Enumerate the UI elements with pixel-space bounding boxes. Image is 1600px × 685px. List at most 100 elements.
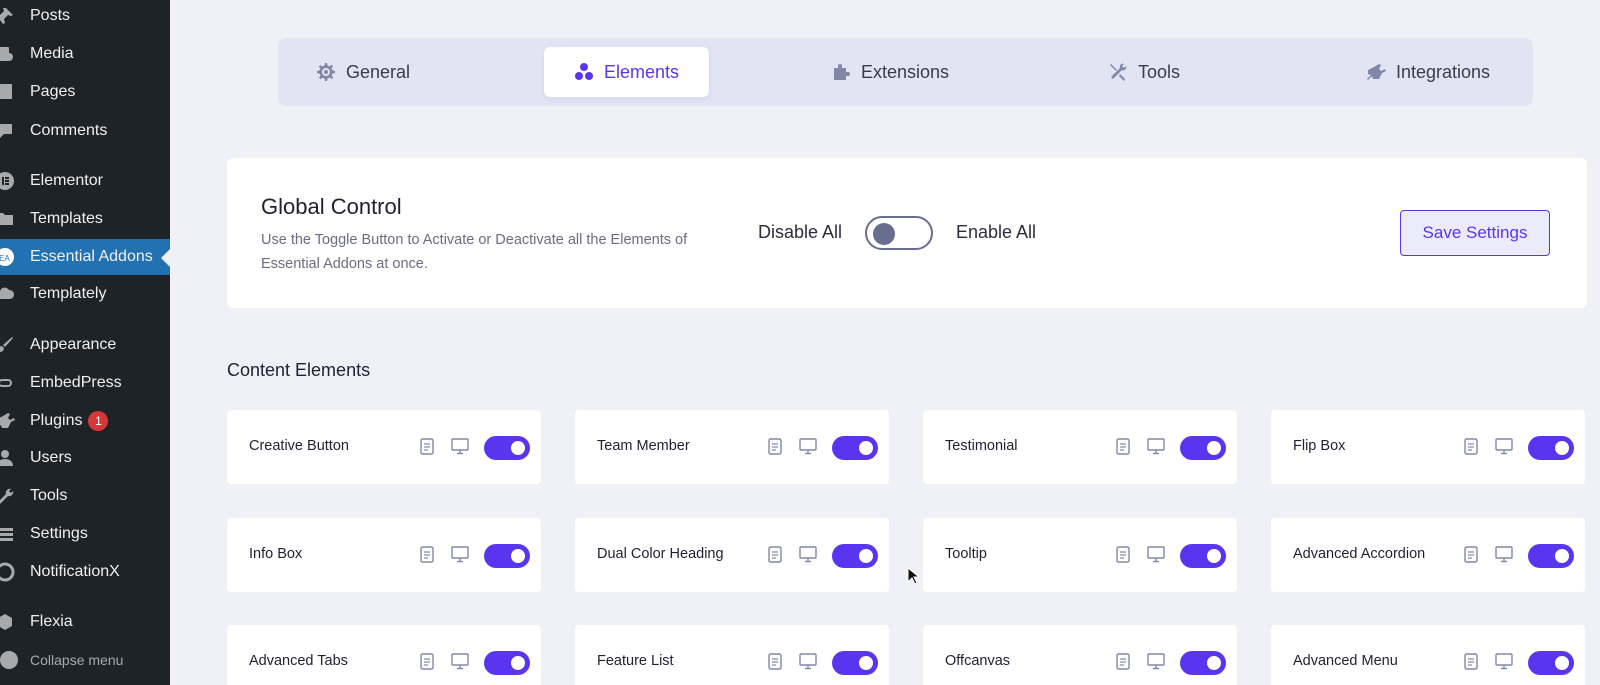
demo-monitor-icon[interactable] (1147, 438, 1165, 455)
tab-extensions[interactable]: Extensions (831, 47, 949, 97)
tab-label: General (346, 61, 411, 82)
tab-label: Elements (604, 61, 680, 82)
element-toggle[interactable] (832, 544, 878, 568)
sidebar-item-notificationx[interactable]: NotificationX (0, 554, 170, 590)
update-count-badge: 1 (88, 411, 109, 431)
collapse-menu-button[interactable]: Collapse menu (0, 642, 170, 678)
disable-all-label: Disable All (758, 222, 843, 242)
documentation-icon[interactable] (420, 653, 434, 670)
element-name: Testimonial (945, 438, 1018, 454)
sidebar-item-users[interactable]: Users (0, 440, 170, 476)
collapse-icon (0, 651, 18, 669)
element-name: Team Member (597, 438, 690, 454)
element-toggle[interactable] (1528, 544, 1574, 568)
sidebar-item-label: Media (30, 45, 74, 62)
tab-integrations[interactable]: Integrations (1366, 47, 1490, 97)
element-toggle[interactable] (832, 651, 878, 675)
tools-icon (1110, 63, 1127, 81)
documentation-icon[interactable] (1116, 438, 1130, 455)
demo-monitor-icon[interactable] (799, 546, 817, 563)
sidebar-item-appearance[interactable]: Appearance (0, 327, 170, 363)
elements-icon (575, 63, 593, 80)
sidebar-item-templately[interactable]: Templately (0, 276, 170, 312)
demo-monitor-icon[interactable] (1495, 546, 1513, 563)
brush-icon (0, 334, 16, 356)
toggle-knob (1555, 441, 1569, 455)
element-toggle[interactable] (484, 651, 530, 675)
toggle-knob (511, 441, 525, 455)
demo-monitor-icon[interactable] (451, 653, 469, 670)
element-card: Info Box (227, 518, 541, 592)
documentation-icon[interactable] (768, 546, 782, 563)
documentation-icon[interactable] (768, 653, 782, 670)
link-icon (0, 372, 16, 394)
documentation-icon[interactable] (1116, 653, 1130, 670)
element-card: Feature List (575, 625, 889, 685)
user-icon (0, 447, 16, 469)
documentation-icon[interactable] (768, 438, 782, 455)
tab-tools[interactable]: Tools (1108, 47, 1180, 97)
element-name: Flip Box (1293, 438, 1346, 454)
element-name: Advanced Tabs (249, 653, 348, 669)
demo-monitor-icon[interactable] (1147, 546, 1165, 563)
sidebar-item-label: Essential Addons (30, 248, 153, 265)
sidebar-item-comments[interactable]: Comments (0, 113, 170, 149)
element-toggle[interactable] (1528, 651, 1574, 675)
global-toggle[interactable] (865, 216, 933, 250)
sidebar-item-label: Settings (30, 525, 88, 542)
documentation-icon[interactable] (1464, 546, 1478, 563)
element-toggle[interactable] (832, 436, 878, 460)
sidebar-item-templates[interactable]: Templates (0, 201, 170, 237)
element-toggle[interactable] (1528, 436, 1574, 460)
tab-elements[interactable]: Elements (544, 47, 710, 97)
sidebar-item-label: Collapse menu (30, 652, 124, 668)
demo-monitor-icon[interactable] (451, 546, 469, 563)
demo-monitor-icon[interactable] (1495, 438, 1513, 455)
documentation-icon[interactable] (420, 438, 434, 455)
element-name: Offcanvas (945, 653, 1011, 669)
toggle-knob (1207, 549, 1221, 563)
sidebar-item-posts[interactable]: Posts (0, 0, 170, 34)
global-control-description: Use the Toggle Button to Activate or Dea… (261, 232, 688, 272)
element-toggle[interactable] (1180, 651, 1226, 675)
tab-general[interactable]: General (316, 47, 410, 97)
save-settings-button[interactable]: Save Settings (1400, 210, 1550, 256)
element-toggle[interactable] (484, 436, 530, 460)
element-toggle[interactable] (1180, 436, 1226, 460)
demo-monitor-icon[interactable] (451, 438, 469, 455)
media-icon (0, 43, 16, 65)
element-card: Offcanvas (923, 625, 1237, 685)
demo-monitor-icon[interactable] (799, 653, 817, 670)
element-name: Tooltip (945, 546, 987, 562)
demo-monitor-icon[interactable] (799, 438, 817, 455)
sidebar-item-label: Pages (30, 83, 76, 100)
tab-label: Integrations (1396, 61, 1491, 82)
global-control-card: Global Control Use the Toggle Button to … (227, 158, 1587, 308)
sidebar-item-tools[interactable]: Tools (0, 478, 170, 514)
sidebar-item-pages[interactable]: Pages (0, 74, 170, 110)
sidebar-item-label: Comments (30, 122, 108, 139)
element-name: Creative Button (249, 438, 349, 454)
sidebar-item-essential-addons[interactable]: EA Essential Addons (0, 239, 170, 275)
documentation-icon[interactable] (1116, 546, 1130, 563)
element-name: Advanced Menu (1293, 653, 1398, 669)
sidebar-item-label: Templately (30, 285, 107, 302)
toggle-knob (859, 656, 873, 670)
toggle-knob (511, 656, 525, 670)
documentation-icon[interactable] (1464, 438, 1478, 455)
plug-icon (1367, 64, 1386, 80)
documentation-icon[interactable] (420, 546, 434, 563)
sidebar-item-elementor[interactable]: Elementor (0, 163, 170, 199)
sidebar-item-label: NotificationX (30, 563, 120, 580)
sidebar-item-flexia[interactable]: Flexia (0, 604, 170, 640)
demo-monitor-icon[interactable] (1147, 653, 1165, 670)
sidebar-item-embedpress[interactable]: EmbedPress (0, 365, 170, 401)
demo-monitor-icon[interactable] (1495, 653, 1513, 670)
sidebar-item-media[interactable]: Media (0, 36, 170, 72)
sidebar-item-plugins[interactable]: Plugins 1 (0, 403, 170, 439)
element-toggle[interactable] (484, 544, 530, 568)
notification-icon (0, 561, 16, 583)
sidebar-item-settings[interactable]: Settings (0, 516, 170, 552)
element-toggle[interactable] (1180, 544, 1226, 568)
documentation-icon[interactable] (1464, 653, 1478, 670)
